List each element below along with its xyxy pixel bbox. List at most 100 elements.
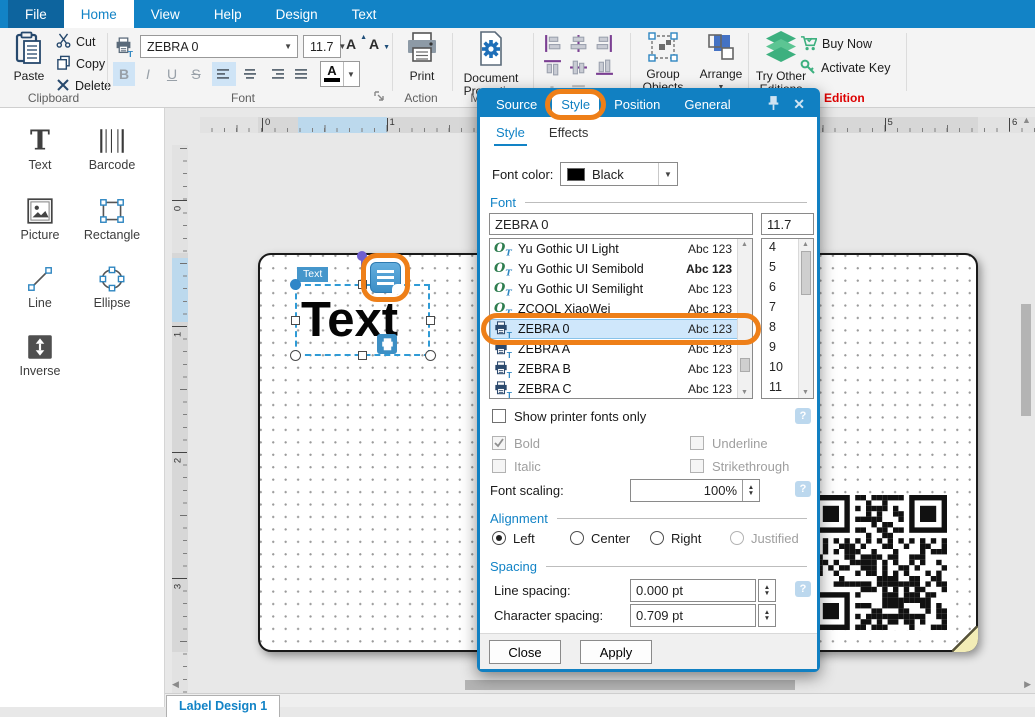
resize-handle-nw[interactable] bbox=[290, 279, 301, 290]
text-object-selection[interactable]: Text bbox=[295, 284, 430, 356]
scroll-up-icon[interactable]: ▲ bbox=[802, 240, 809, 249]
object-align-icon[interactable] bbox=[543, 34, 563, 54]
spin-buttons[interactable]: ▲▼ bbox=[758, 579, 776, 602]
align-right-button[interactable] bbox=[264, 62, 288, 86]
apply-button[interactable]: Apply bbox=[580, 640, 652, 664]
ribbon-tab-text[interactable]: Text bbox=[335, 0, 394, 28]
list-scrollbar[interactable]: ▲ ▼ bbox=[798, 239, 813, 398]
size-list[interactable]: 4567891011 ▲ ▼ bbox=[761, 238, 814, 399]
chevron-down-icon[interactable]: ▼ bbox=[343, 62, 358, 86]
object-quick-menu-button[interactable] bbox=[370, 262, 401, 293]
scroll-down-icon[interactable]: ▼ bbox=[802, 388, 809, 397]
line-spacing-input[interactable]: 0.000 pt bbox=[630, 579, 756, 602]
scrollbar-thumb[interactable] bbox=[801, 251, 811, 295]
object-align-icon[interactable] bbox=[569, 34, 589, 54]
font-list-item-selected[interactable]: TZEBRA 0Abc 123 bbox=[490, 319, 752, 339]
ribbon-tab-design[interactable]: Design bbox=[259, 0, 335, 28]
tool-rectangle[interactable]: Rectangle bbox=[76, 194, 148, 242]
italic-button[interactable]: I bbox=[137, 62, 159, 86]
dialog-tab-position[interactable]: Position bbox=[605, 94, 669, 115]
object-align-icon[interactable] bbox=[569, 58, 589, 78]
tool-barcode[interactable]: Barcode bbox=[76, 124, 148, 172]
font-size-combo[interactable]: 11.7 ▼ bbox=[303, 35, 341, 58]
shrink-font-button[interactable]: A▼ bbox=[369, 36, 389, 58]
rotation-handle[interactable] bbox=[357, 251, 367, 261]
activate-key-button[interactable]: Activate Key bbox=[800, 58, 890, 78]
font-list-item[interactable]: OTYu Gothic UI SemilightAbc 123 bbox=[490, 279, 752, 299]
tool-text[interactable]: TText bbox=[4, 124, 76, 172]
font-list-item[interactable]: OTZCOOL XiaoWeiAbc 123 bbox=[490, 299, 752, 319]
ribbon-tab-file[interactable]: File bbox=[8, 0, 64, 28]
scroll-down-icon[interactable]: ▼ bbox=[741, 388, 748, 397]
resize-handle-s[interactable] bbox=[358, 351, 367, 360]
scrollbar-thumb[interactable] bbox=[1021, 304, 1031, 416]
character-spacing-input[interactable]: 0.709 pt bbox=[630, 604, 756, 627]
font-list-item[interactable]: TZEBRA BAbc 123 bbox=[490, 359, 752, 379]
font-color-button[interactable]: A ▼ bbox=[320, 61, 360, 87]
buy-now-button[interactable]: Buy Now bbox=[800, 34, 872, 54]
font-list-item[interactable]: OTYu Gothic UI LightAbc 123 bbox=[490, 239, 752, 259]
close-button[interactable]: Close bbox=[489, 640, 561, 664]
help-icon[interactable]: ? bbox=[795, 581, 811, 597]
font-name-combo[interactable]: ZEBRA 0 ▼ bbox=[140, 35, 298, 58]
resize-handle-n[interactable] bbox=[358, 280, 367, 289]
grow-font-button[interactable]: A▲ bbox=[346, 36, 366, 58]
dialog-subtab-effects[interactable]: Effects bbox=[547, 121, 591, 146]
object-align-icon[interactable] bbox=[543, 58, 563, 78]
ribbon-tab-view[interactable]: View bbox=[134, 0, 197, 28]
font-scaling-spinner[interactable]: 100% ▲▼ bbox=[630, 479, 760, 502]
scroll-up-icon[interactable]: ▲ bbox=[1022, 116, 1031, 125]
dialog-tab-source[interactable]: Source bbox=[487, 94, 546, 115]
alignment-radio-left[interactable] bbox=[492, 531, 506, 545]
font-name-input[interactable]: ZEBRA 0 bbox=[489, 213, 753, 235]
font-size-input[interactable]: 11.7 bbox=[761, 213, 814, 235]
group-objects-button[interactable]: Group Objects ▼ bbox=[636, 31, 690, 91]
scroll-up-icon[interactable]: ▲ bbox=[741, 240, 748, 249]
font-color-select[interactable]: Black ▼ bbox=[560, 162, 678, 186]
font-list-item[interactable]: OTYu Gothic UI SemiboldAbc 123 bbox=[490, 259, 752, 279]
help-icon[interactable]: ? bbox=[795, 408, 811, 424]
horizontal-scrollbar[interactable]: ◀ ▶ bbox=[170, 678, 1015, 692]
spin-buttons[interactable]: ▲▼ bbox=[742, 480, 759, 501]
scrollbar-thumb[interactable] bbox=[465, 680, 795, 690]
dialog-tab-general[interactable]: General bbox=[675, 94, 739, 115]
scrollbar-thumb[interactable] bbox=[740, 358, 750, 372]
list-scrollbar[interactable]: ▲ ▼ bbox=[737, 239, 752, 398]
object-align-icon[interactable] bbox=[595, 34, 615, 54]
chevron-down-icon[interactable]: ▼ bbox=[279, 42, 297, 51]
underline-button[interactable]: U bbox=[161, 62, 183, 86]
spin-buttons[interactable]: ▲▼ bbox=[758, 604, 776, 627]
alignment-radio-center[interactable] bbox=[570, 531, 584, 545]
ribbon-tab-home[interactable]: Home bbox=[64, 0, 134, 28]
font-list-item[interactable]: TZEBRA AAbc 123 bbox=[490, 339, 752, 359]
help-icon[interactable]: ? bbox=[795, 481, 811, 497]
ribbon-tab-help[interactable]: Help bbox=[197, 0, 259, 28]
resize-handle-se[interactable] bbox=[425, 350, 436, 361]
resize-handle-e[interactable] bbox=[426, 316, 435, 325]
show-printer-fonts-checkbox[interactable] bbox=[492, 409, 506, 423]
resize-handle-w[interactable] bbox=[291, 316, 300, 325]
document-properties-button[interactable]: Document Properties bbox=[458, 31, 524, 91]
font-dialog-launcher-icon[interactable] bbox=[374, 89, 384, 104]
bold-button[interactable]: B bbox=[113, 62, 135, 86]
font-list-item[interactable]: TZEBRA CAbc 123 bbox=[490, 379, 752, 399]
close-icon[interactable]: ✕ bbox=[793, 96, 805, 113]
pin-icon[interactable] bbox=[767, 95, 780, 113]
align-left-button[interactable] bbox=[212, 62, 236, 86]
tool-ellipse[interactable]: Ellipse bbox=[76, 262, 148, 310]
tool-inverse[interactable]: Inverse bbox=[4, 330, 76, 378]
dialog-subtab-style[interactable]: Style bbox=[494, 121, 527, 146]
tool-picture[interactable]: Picture bbox=[4, 194, 76, 242]
qr-code-object[interactable] bbox=[812, 495, 947, 630]
cut-button[interactable]: Cut bbox=[56, 32, 95, 52]
font-list[interactable]: OTYu Gothic UI LightAbc 123OTYu Gothic U… bbox=[489, 238, 753, 399]
resize-handle-sw[interactable] bbox=[290, 350, 301, 361]
document-tab[interactable]: Label Design 1 bbox=[166, 695, 280, 717]
alignment-radio-right[interactable] bbox=[650, 531, 664, 545]
align-justify-button[interactable] bbox=[290, 62, 314, 86]
dialog-tab-style[interactable]: Style bbox=[552, 94, 599, 115]
chevron-down-icon[interactable]: ▼ bbox=[658, 163, 677, 185]
copy-button[interactable]: Copy bbox=[56, 54, 105, 74]
align-center-button[interactable] bbox=[238, 62, 262, 86]
scroll-right-icon[interactable]: ▶ bbox=[1024, 680, 1031, 689]
